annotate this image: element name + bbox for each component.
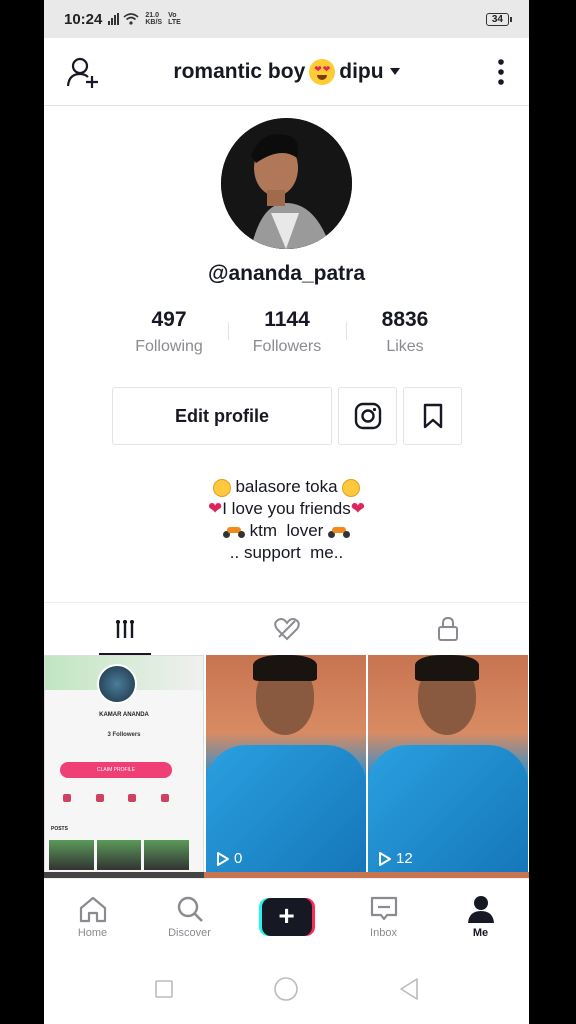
network-speed: 21.0 KB/S [145,12,162,26]
hugging-emoji-icon [342,478,361,497]
account-name-prefix: romantic boy [173,59,306,83]
view-count-value: 12 [396,850,413,867]
stat-value: 1144 [264,308,310,331]
favorites-button[interactable] [403,387,462,445]
back-icon[interactable] [398,977,420,1001]
battery-icon: 34 [485,12,513,26]
account-switcher[interactable]: romantic boy dipu [173,58,400,85]
bookmark-icon [423,403,442,429]
nav-label: Me [472,926,489,939]
view-count-value: 0 [234,850,243,867]
home-button-icon[interactable] [273,976,299,1002]
profile-stats: 497 Following 1144 Followers 8836 Likes [110,308,465,356]
stat-likes[interactable]: 8836 Likes [346,308,464,356]
play-icon [217,851,229,866]
speed-unit: KB/S [145,19,163,26]
profile-header: romantic boy dipu [44,38,529,106]
motorcycle-icon [328,526,351,538]
nav-discover[interactable]: Discover [141,879,238,954]
profile-screenshot: KAMAR ANANDA 3 Followers CLAIM PROFILE P… [45,656,203,876]
content-tabs [44,602,529,655]
stat-label: Followers [252,338,322,355]
home-icon [79,896,106,922]
video-grid: KAMAR ANANDA 3 Followers CLAIM PROFILE P… [44,655,529,877]
system-nav-bar [44,954,529,1024]
chevron-down-icon [389,68,400,75]
signal-icon [108,13,120,25]
bio-text: I love you friends [222,499,351,518]
inbox-icon [370,896,397,920]
mini-followers: 3 Followers [107,732,141,738]
mini-avatar [97,664,137,704]
mini-claim-button: CLAIM PROFILE [60,762,172,778]
nav-label: Inbox [370,926,397,939]
speed-value: 21.0 [145,12,159,19]
volte-bottom: LTE [168,19,181,26]
plus-icon: + [261,897,312,936]
play-icon [379,851,391,866]
stat-label: Likes [386,338,424,355]
nav-home[interactable]: Home [44,879,141,954]
nav-label: Home [77,926,108,939]
bio-text: ktm lover [249,521,324,540]
instagram-button[interactable] [338,387,397,445]
mini-posts-label: POSTS [51,826,68,832]
bio-text: balasore toka [235,477,338,496]
liked-heart-icon [273,618,300,641]
add-friend-icon[interactable] [66,56,100,88]
video-thumbnail[interactable]: KAMAR ANANDA 3 Followers CLAIM PROFILE P… [44,655,204,877]
nav-label: Discover [168,926,211,939]
bio-line: ktm lover [44,520,529,542]
wifi-icon [123,13,139,25]
account-name-suffix: dipu [339,59,384,83]
volte-indicator: Vo LTE [168,12,181,26]
profile-bio: balasore toka ❤I love you friends❤ ktm l… [44,476,529,564]
video-thumbnail[interactable]: 0 [206,655,366,877]
lock-icon [438,616,459,641]
username: @ananda_patra [207,262,366,285]
motorcycle-icon [222,526,245,538]
nav-create[interactable]: + [238,879,335,954]
recents-icon[interactable] [154,979,174,999]
hugging-emoji-icon [212,478,231,497]
status-time: 10:24 [64,10,103,28]
grid-icon [115,620,134,638]
profile-avatar[interactable] [221,118,352,249]
avatar-photo [221,118,352,249]
more-options-icon[interactable] [497,58,505,86]
tab-videos[interactable] [44,603,206,655]
mini-actions [51,794,181,802]
stat-value: 497 [151,308,187,331]
bio-line: balasore toka [44,476,529,498]
stat-value: 8836 [381,308,429,331]
volte-top: Vo [168,12,177,19]
tab-liked[interactable] [206,603,368,655]
mini-thumbs [49,840,190,870]
red-heart-icon: ❤ [207,499,223,518]
search-icon [177,896,203,922]
status-bar: 10:24 21.0 KB/S Vo LTE 34 [44,0,529,38]
view-count: 0 [216,850,242,867]
tab-private[interactable] [367,603,529,655]
stat-label: Following [135,338,203,355]
edit-profile-button[interactable]: Edit profile [112,387,332,445]
red-heart-icon: ❤ [350,499,365,518]
create-button[interactable]: + [258,897,315,936]
phone-screen: 10:24 21.0KB/S VoLTE 34 romantic boy dip… [44,0,529,1024]
profile-icon [467,895,494,923]
stat-followers[interactable]: 1144 Followers [228,308,346,356]
view-count: 12 [378,850,413,867]
bio-line: .. support me.. [229,543,344,562]
nav-inbox[interactable]: Inbox [335,879,432,954]
stat-following[interactable]: 497 Following [110,308,228,356]
bio-line: ❤I love you friends❤ [44,498,529,520]
profile-actions: Edit profile [112,387,462,445]
nav-me[interactable]: Me [432,879,529,954]
heart-eyes-emoji-icon [309,58,336,85]
bottom-nav: Home Discover + Inbox Me [44,878,529,954]
video-thumbnail[interactable]: 12 [368,655,528,877]
instagram-icon [354,402,381,430]
mini-name: KAMAR ANANDA [99,712,149,718]
